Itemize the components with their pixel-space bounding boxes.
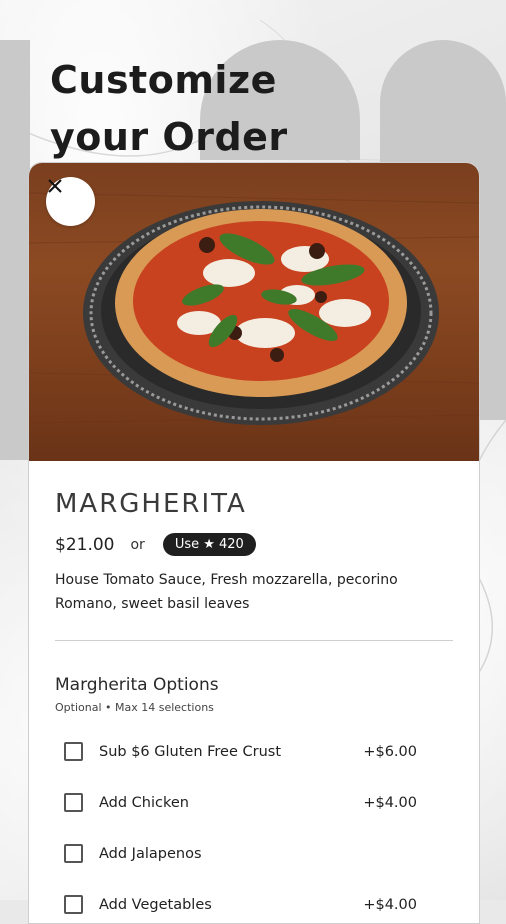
option-add-jalapenos[interactable]: Add Jalapenos — [55, 828, 453, 879]
options-subtitle: Optional • Max 14 selections — [55, 701, 214, 714]
item-photo — [29, 163, 479, 461]
page-title: Customize your Order — [50, 52, 288, 166]
option-label: Add Vegetables — [99, 896, 212, 913]
item-customize-card: MARGHERITA $21.00 or Use ★ 420 House Tom… — [28, 162, 480, 924]
options-title: Margherita Options — [55, 675, 219, 695]
option-add-vegetables[interactable]: Add Vegetables +$4.00 — [55, 879, 453, 923]
option-gluten-free-crust[interactable]: Sub $6 Gluten Free Crust +$6.00 — [55, 726, 453, 777]
checkbox[interactable] — [64, 895, 83, 914]
bg-arch-left — [0, 40, 30, 460]
option-label: Add Chicken — [99, 794, 189, 811]
option-add-chicken[interactable]: Add Chicken +$4.00 — [55, 777, 453, 828]
option-label: Add Jalapenos — [99, 845, 202, 862]
page-title-line2: your Order — [50, 115, 288, 159]
option-price: +$6.00 — [363, 743, 417, 760]
item-details: MARGHERITA $21.00 or Use ★ 420 House Tom… — [29, 489, 479, 923]
checkbox[interactable] — [64, 844, 83, 863]
checkbox[interactable] — [64, 742, 83, 761]
price-row: $21.00 or Use ★ 420 — [55, 533, 453, 556]
item-description: House Tomato Sauce, Fresh mozzarella, pe… — [55, 572, 398, 612]
page-title-line1: Customize — [50, 58, 277, 102]
close-icon — [48, 179, 62, 193]
checkbox[interactable] — [64, 793, 83, 812]
options-list: Sub $6 Gluten Free Crust +$6.00 Add Chic… — [55, 726, 453, 923]
option-label: Sub $6 Gluten Free Crust — [99, 743, 282, 760]
close-button[interactable] — [46, 177, 95, 226]
item-name: MARGHERITA — [55, 489, 247, 519]
pizza-image — [29, 192, 479, 425]
option-price: +$4.00 — [363, 896, 417, 913]
item-price: $21.00 — [55, 534, 115, 555]
or-text: or — [130, 536, 145, 553]
use-points-button[interactable]: Use ★ 420 — [162, 533, 256, 556]
option-price: +$4.00 — [363, 794, 417, 811]
divider — [55, 640, 453, 641]
